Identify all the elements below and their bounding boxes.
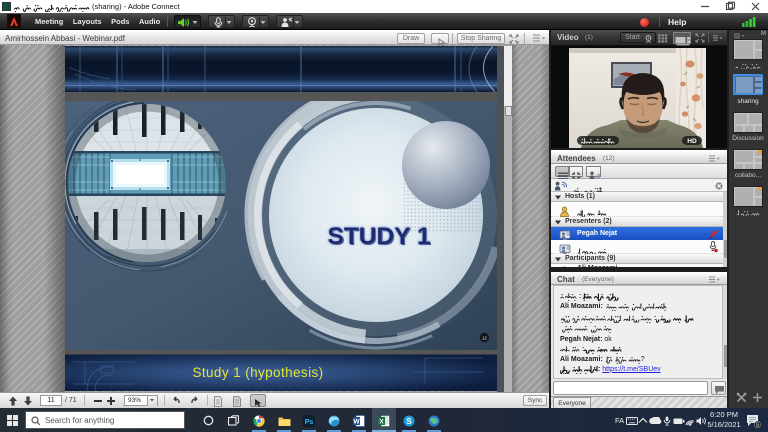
svg-text:S: S [756, 423, 760, 428]
svg-text:Study 1 (hypothesis): Study 1 (hypothesis) [192, 365, 323, 380]
svg-text:STUDY 1: STUDY 1 [327, 223, 430, 250]
svg-text:HD: HD [687, 138, 697, 145]
svg-text:12: 12 [482, 336, 487, 341]
svg-text:S: S [406, 417, 412, 426]
svg-text:X: X [379, 419, 384, 426]
svg-text:Ps: Ps [305, 419, 314, 426]
svg-text:W: W [353, 419, 360, 426]
